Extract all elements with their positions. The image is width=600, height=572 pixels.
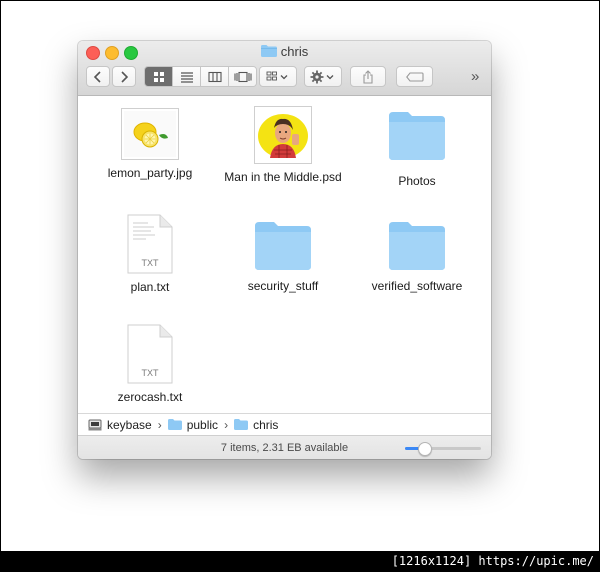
- tag-icon: [405, 71, 424, 82]
- file-item-plan-txt[interactable]: TXT plan.txt: [90, 214, 210, 295]
- finder-window: chris » lemon_party.jpg Man in the Middl…: [78, 41, 491, 459]
- toolbar-overflow-button[interactable]: »: [471, 68, 479, 85]
- icon-size-slider[interactable]: [405, 442, 481, 456]
- chevron-right-icon: [121, 70, 129, 83]
- path-crumb-chris[interactable]: chris: [234, 418, 278, 432]
- file-name: zerocash.txt: [117, 390, 183, 404]
- drive-icon: [88, 419, 102, 430]
- path-separator-icon: ›: [224, 417, 229, 432]
- watermark-text: [1216x1124] https://upic.me/: [391, 554, 594, 568]
- file-name: security_stuff: [247, 279, 319, 293]
- path-crumb-keybase[interactable]: keybase: [88, 418, 152, 432]
- image-thumbnail-icon: [121, 108, 179, 160]
- back-button[interactable]: [86, 66, 110, 87]
- file-item-lemon-party[interactable]: lemon_party.jpg: [90, 108, 210, 181]
- window-title: chris: [78, 44, 491, 59]
- forward-button[interactable]: [112, 66, 136, 87]
- file-item-zerocash-txt[interactable]: TXT zerocash.txt: [90, 324, 210, 405]
- file-name: plan.txt: [130, 280, 170, 294]
- file-extension-badge: TXT: [141, 368, 159, 378]
- list-view-icon: [180, 71, 193, 83]
- path-crumb-public[interactable]: public: [167, 417, 219, 432]
- tags-button[interactable]: [396, 66, 433, 87]
- arrange-button[interactable]: [259, 66, 297, 87]
- file-item-security-stuff[interactable]: security_stuff: [223, 220, 343, 294]
- folder-icon: [255, 222, 311, 270]
- title-bar: chris »: [78, 41, 491, 96]
- folder-icon: [234, 419, 249, 430]
- file-name: verified_software: [371, 279, 463, 293]
- file-icon-grid: lemon_party.jpg Man in the Middle.psd Ph…: [78, 96, 491, 413]
- arrange-grid-icon: [266, 71, 288, 80]
- gear-icon: [310, 70, 334, 83]
- psd-thumbnail-icon: [254, 106, 312, 164]
- file-item-man-in-the-middle[interactable]: Man in the Middle.psd: [223, 106, 343, 185]
- file-item-photos[interactable]: Photos: [357, 110, 477, 189]
- folder-icon: [389, 222, 445, 270]
- list-view-button[interactable]: [173, 67, 201, 86]
- column-view-icon: [207, 71, 222, 82]
- folder-icon: [167, 419, 182, 430]
- share-button[interactable]: [350, 66, 386, 87]
- icon-size-slider-knob[interactable]: [418, 442, 432, 456]
- column-view-button[interactable]: [201, 67, 229, 86]
- folder-icon: [389, 112, 445, 160]
- file-name: Man in the Middle.psd: [224, 170, 342, 184]
- path-crumb-label: keybase: [107, 417, 152, 432]
- path-crumb-label: public: [186, 417, 219, 432]
- file-item-verified-software[interactable]: verified_software: [357, 220, 477, 294]
- file-extension-badge: TXT: [141, 258, 159, 268]
- chevron-left-icon: [93, 70, 101, 83]
- view-mode-control: [144, 66, 257, 87]
- window-title-text: chris: [280, 44, 309, 59]
- path-bar: keybase › public › chris: [78, 413, 491, 435]
- file-name: Photos: [398, 174, 436, 188]
- folder-icon: [260, 45, 277, 57]
- status-bar: 7 items, 2.31 EB available: [78, 435, 491, 459]
- action-button[interactable]: [304, 66, 342, 87]
- file-name: lemon_party.jpg: [107, 166, 193, 180]
- path-crumb-label: chris: [253, 417, 279, 432]
- icon-view-icon: [153, 71, 164, 82]
- path-separator-icon: ›: [157, 417, 162, 432]
- icon-view-button[interactable]: [145, 67, 173, 86]
- cover-flow-view-button[interactable]: [229, 67, 256, 86]
- cover-flow-icon: [233, 71, 252, 82]
- share-icon: [363, 69, 373, 84]
